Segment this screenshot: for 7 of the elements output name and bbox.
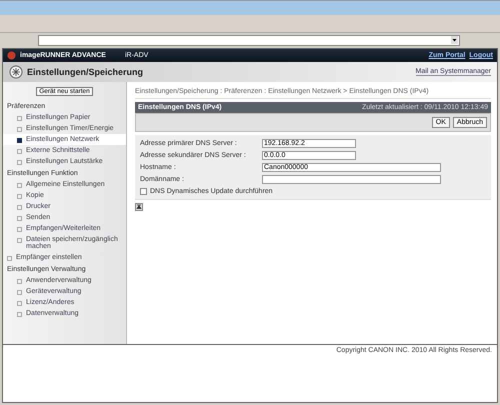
page-title: Einstellungen/Speicherung <box>27 67 144 77</box>
scroll-to-top-icon[interactable] <box>135 203 143 211</box>
settings-icon <box>9 65 23 79</box>
dropdown-arrow-icon[interactable] <box>451 36 458 44</box>
logo-icon <box>7 51 16 60</box>
checkbox[interactable] <box>140 188 147 194</box>
text-field[interactable] <box>262 174 441 184</box>
